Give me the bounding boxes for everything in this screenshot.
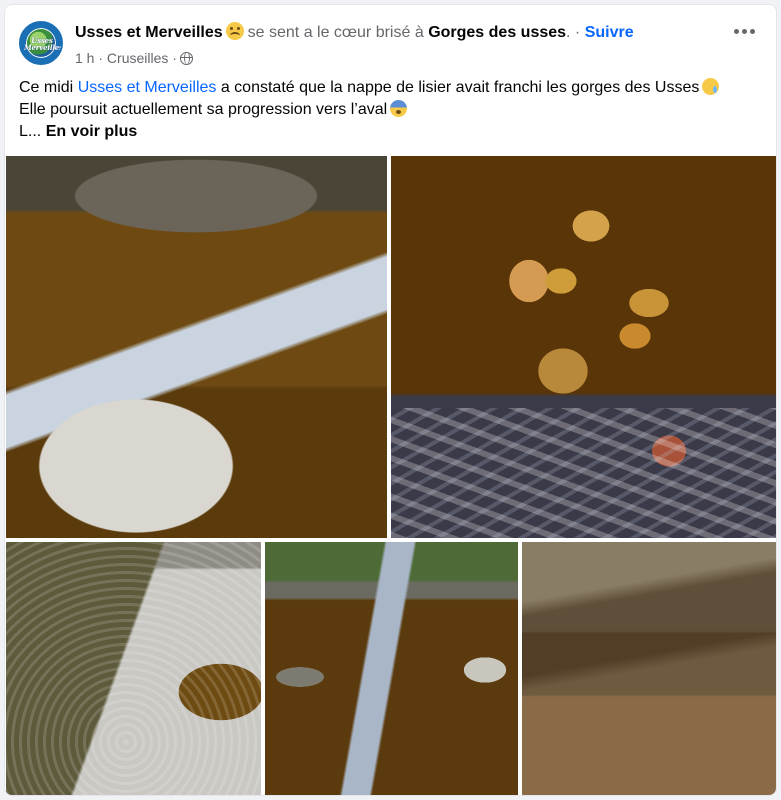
location-link[interactable]: Gorges des usses [428,24,566,41]
post-header: Usses Merveilles Usses et Merveilles se s… [19,19,762,73]
photo-foam-rock[interactable] [6,542,261,795]
meta-dot: · [172,50,177,66]
title-separator: . · [566,24,581,41]
feeling-text: se sent a le cœur brisé à [247,24,424,41]
crying-face-icon [702,78,720,95]
post-body: Ce midi Usses et Merveilles a constaté q… [19,77,759,143]
globe-icon [179,52,193,65]
photo-grid [6,156,776,795]
meta-dot: · [98,50,104,66]
post-meta: 1 h · Cruseilles · [75,49,193,67]
more-dot-icon [741,28,747,34]
post-card: Usses Merveilles Usses et Merveilles se s… [4,4,777,796]
avatar-logo-text: Usses Merveilles [24,36,63,52]
photo-gorge-reflection[interactable] [265,542,518,795]
post-text-line-2: Elle poursuit actuellement sa progressio… [19,99,759,121]
text-fragment: Ce midi [19,79,78,96]
more-dot-icon [733,28,739,34]
post-text-line-1: Ce midi Usses et Merveilles a constaté q… [19,77,759,99]
post-title-line: Usses et Merveilles se sent a le cœur bri… [75,22,634,43]
page-avatar[interactable]: Usses Merveilles [19,21,63,65]
photo-river-rock[interactable] [6,156,387,538]
photo-murky-water[interactable] [522,542,776,795]
more-dot-icon [749,28,755,34]
photo-brown-water-stones[interactable] [391,156,776,538]
text-fragment: L... [19,123,42,140]
page-mention-link[interactable]: Usses et Merveilles [78,79,217,96]
fearful-face-icon [390,100,408,117]
post-time-link[interactable]: 1 h [75,50,94,66]
broken-heart-face-icon [225,22,244,40]
see-more-link[interactable]: En voir plus [46,123,138,140]
page-name-link[interactable]: Usses et Merveilles [75,24,223,41]
more-options-button[interactable] [726,13,762,49]
follow-button[interactable]: Suivre [585,24,634,41]
text-fragment: a constaté que la nappe de lisier avait … [216,79,700,96]
text-fragment: Elle poursuit actuellement sa progressio… [19,101,388,118]
post-text-line-3: L... En voir plus [19,121,759,143]
post-city-link[interactable]: Cruseilles [107,50,168,66]
